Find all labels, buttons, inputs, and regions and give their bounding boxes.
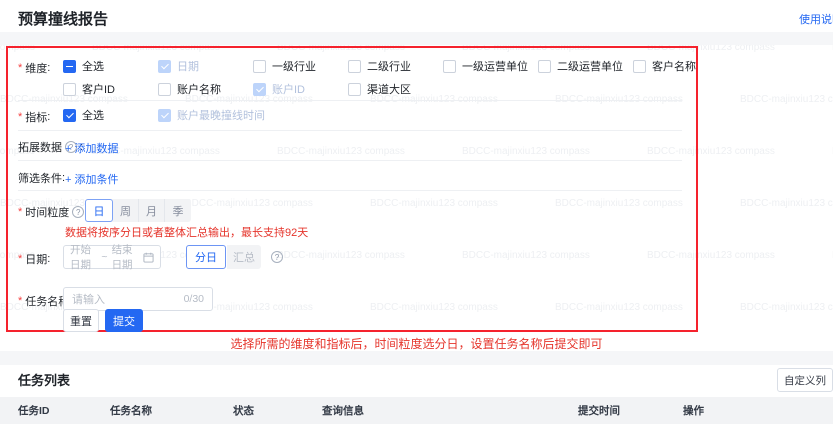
date-mode-summary-button[interactable]: 汇总 <box>227 245 261 269</box>
section-separator-top <box>0 32 833 45</box>
task-list-title: 任务列表 <box>18 370 70 389</box>
checkbox-indeterminate-icon <box>63 60 76 73</box>
submit-button[interactable]: 提交 <box>105 309 143 332</box>
checkbox-unchecked-icon <box>443 60 456 73</box>
filter-label: 筛选条件: <box>18 170 65 186</box>
checkbox-unchecked-icon <box>538 60 551 73</box>
checkbox-unchecked-icon <box>158 83 171 96</box>
checkbox-op-unit-l2[interactable]: 二级运营单位 <box>538 59 623 73</box>
checkbox-customer-id[interactable]: 客户ID <box>63 82 115 96</box>
divider <box>18 160 682 161</box>
calendar-icon <box>143 252 154 263</box>
column-header-status: 状态 <box>233 397 254 424</box>
date-range-input[interactable]: 开始日期 ~ 结束日期 <box>63 245 161 269</box>
reset-button[interactable]: 重置 <box>63 309 99 332</box>
granularity-option-day[interactable]: 日 <box>85 199 113 222</box>
end-date-placeholder: 结束日期 <box>112 242 139 272</box>
checkbox-account-id: 账户ID <box>253 82 305 96</box>
checkbox-unchecked-icon <box>633 60 646 73</box>
granularity-note: 数据将按序分日或者整体汇总输出，最长支持92天 <box>65 224 308 240</box>
budget-report-page: BDCC-majinxiu123 compassBDCC-majinxiu123… <box>0 0 833 429</box>
usage-help-link[interactable]: 使用说明 <box>799 11 833 27</box>
checkbox-checked-disabled-icon <box>158 60 171 73</box>
task-name-placeholder: 请输入 <box>72 291 105 307</box>
granularity-option-month[interactable]: 月 <box>139 199 165 222</box>
granularity-label: * 时间粒度 ? : <box>18 204 90 220</box>
checkbox-unchecked-icon <box>348 83 361 96</box>
checkbox-industry-l1[interactable]: 一级行业 <box>253 59 316 73</box>
checkbox-channel-region[interactable]: 渠道大区 <box>348 82 411 96</box>
checkbox-checked-disabled-icon <box>253 83 266 96</box>
checkbox-unchecked-icon <box>63 83 76 96</box>
checkbox-unchecked-icon <box>348 60 361 73</box>
range-separator: ~ <box>101 251 107 263</box>
divider <box>18 190 682 191</box>
granularity-segmented-control: 日 周 月 季 <box>85 199 191 222</box>
checkbox-select-all-indicators[interactable]: 全选 <box>63 108 104 122</box>
checkbox-date-dimension: 日期 <box>158 59 199 73</box>
required-mark: * <box>18 295 22 307</box>
divider <box>18 130 682 131</box>
checkbox-industry-l2[interactable]: 二级行业 <box>348 59 411 73</box>
required-mark: * <box>18 253 22 265</box>
indicator-label: * 指标: <box>18 109 50 125</box>
date-help-icon[interactable]: ? <box>271 251 283 263</box>
add-data-link[interactable]: + 添加数据 <box>65 140 118 156</box>
checkbox-unchecked-icon <box>253 60 266 73</box>
checkbox-account-name[interactable]: 账户名称 <box>158 82 221 96</box>
checkbox-latest-crossline-time: 账户最晚撞线时间 <box>158 108 265 122</box>
date-label: * 日期: <box>18 251 50 267</box>
help-icon[interactable]: ? <box>72 206 84 218</box>
dimension-label: * 维度: <box>18 60 50 76</box>
task-table-header: 任务ID 任务名称 状态 查询信息 提交时间 操作 <box>0 397 833 424</box>
char-counter: 0/30 <box>184 293 204 305</box>
start-date-placeholder: 开始日期 <box>70 242 97 272</box>
checkbox-op-unit-l1[interactable]: 一级运营单位 <box>443 59 528 73</box>
section-separator-bottom <box>0 351 833 365</box>
column-header-submit-time: 提交时间 <box>578 397 620 424</box>
form-tip: 选择所需的维度和指标后，时间粒度选分日，设置任务名称后提交即可 <box>0 335 833 352</box>
add-condition-link[interactable]: + 添加条件 <box>65 171 118 187</box>
checkbox-select-all-dimensions[interactable]: 全选 <box>63 59 104 73</box>
granularity-option-week[interactable]: 周 <box>113 199 139 222</box>
required-mark: * <box>18 111 22 123</box>
divider <box>18 100 682 101</box>
column-header-actions: 操作 <box>683 397 704 424</box>
customize-columns-button[interactable]: 自定义列 <box>777 368 833 392</box>
page-title: 预算撞线报告 <box>18 8 108 29</box>
granularity-option-quarter[interactable]: 季 <box>165 199 191 222</box>
checkbox-checked-icon <box>63 109 76 122</box>
column-header-query-info: 查询信息 <box>322 397 364 424</box>
required-mark: * <box>18 62 22 74</box>
checkbox-customer-name[interactable]: 客户名称 <box>633 59 696 73</box>
checkbox-checked-disabled-icon <box>158 109 171 122</box>
task-name-input[interactable]: 请输入 0/30 <box>63 287 213 311</box>
column-header-task-id: 任务ID <box>18 397 50 424</box>
date-mode-daily-button[interactable]: 分日 <box>186 245 226 269</box>
column-header-task-name: 任务名称 <box>110 397 152 424</box>
required-mark: * <box>18 206 22 218</box>
